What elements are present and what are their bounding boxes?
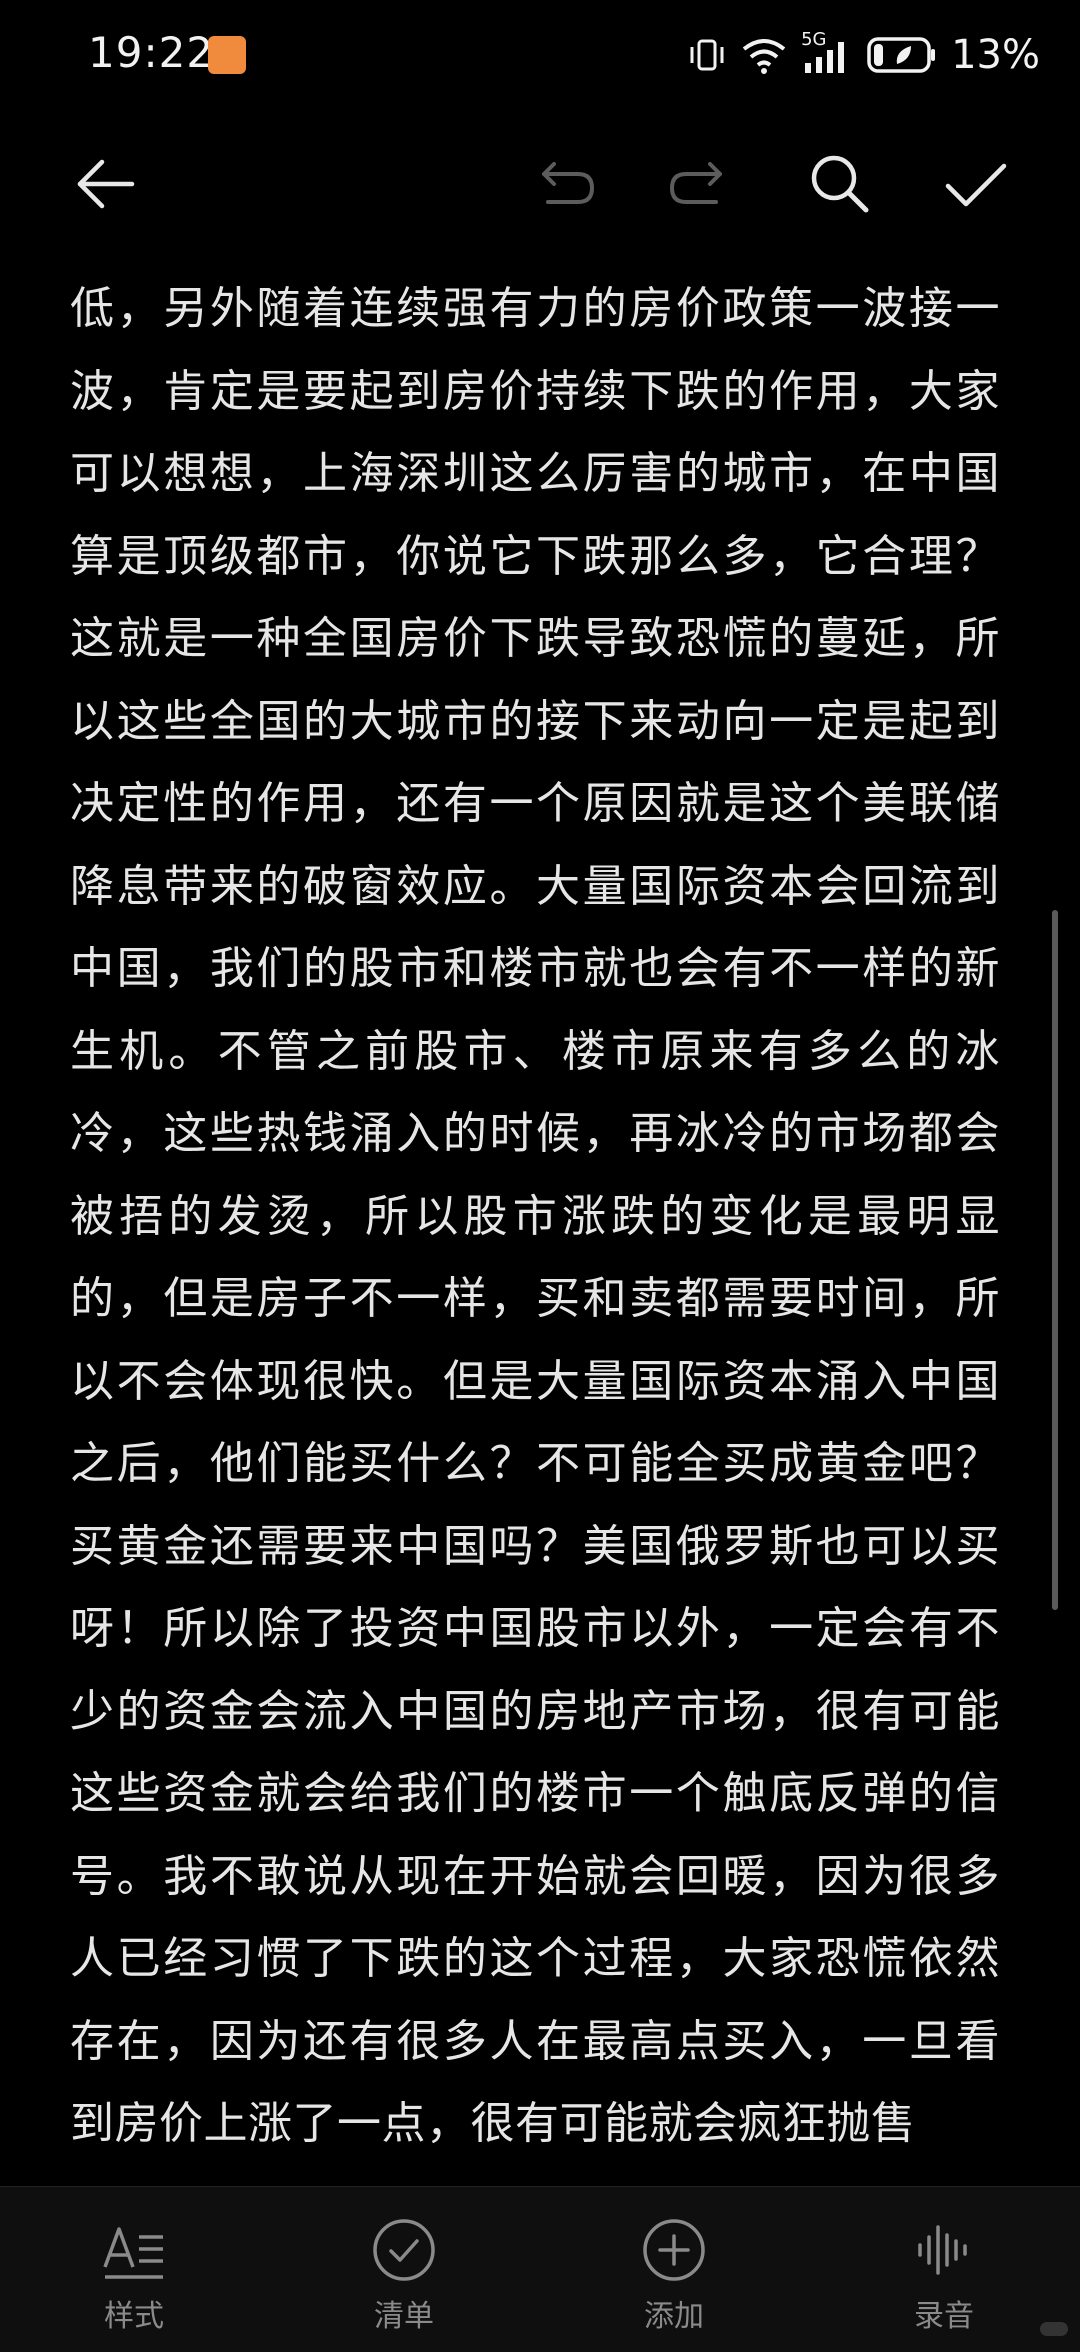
checklist-icon	[373, 2219, 435, 2281]
status-time: 19:22	[88, 28, 215, 77]
note-body-editor[interactable]: 低，另外随着连续强有力的房价政策一波接一波，肯定是要起到房价持续下跌的作用，大家…	[70, 268, 1000, 2188]
checklist-label: 清单	[374, 2299, 434, 2334]
style-button[interactable]: 样式	[34, 2187, 234, 2352]
wifi-icon	[742, 39, 786, 74]
add-label: 添加	[644, 2299, 704, 2334]
battery-icon	[867, 37, 936, 73]
bottom-action-bar: 样式 清单 添加 录音	[0, 2186, 1080, 2352]
cellular-signal: 5G	[801, 29, 853, 77]
text-style-icon	[103, 2227, 163, 2279]
confirm-button[interactable]	[936, 144, 1016, 224]
undo-button[interactable]	[526, 144, 606, 224]
redo-icon	[669, 162, 722, 204]
search-button[interactable]	[800, 144, 880, 224]
back-button[interactable]	[66, 144, 146, 224]
style-label: 样式	[104, 2299, 164, 2334]
check-icon	[945, 163, 1007, 207]
signal-icon	[805, 42, 845, 73]
record-label: 录音	[914, 2299, 974, 2334]
search-icon	[811, 155, 869, 213]
battery-percentage: 13%	[951, 32, 1040, 78]
status-bar: 19:22 5G 13%	[0, 0, 1080, 110]
gesture-indicator	[1040, 2322, 1068, 2336]
audio-wave-icon	[918, 2225, 967, 2275]
back-arrow-icon	[77, 159, 135, 209]
undo-icon	[542, 162, 595, 204]
scrollbar[interactable]	[1052, 910, 1058, 1610]
add-button[interactable]: 添加	[574, 2187, 774, 2352]
app-notification-icon	[208, 36, 246, 74]
checklist-button[interactable]: 清单	[304, 2187, 504, 2352]
status-indicators: 5G 13%	[687, 29, 1040, 80]
add-icon	[643, 2219, 705, 2281]
editor-toolbar	[0, 120, 1080, 240]
vibrate-icon	[690, 39, 724, 71]
record-button[interactable]: 录音	[844, 2187, 1044, 2352]
redo-button[interactable]	[658, 144, 738, 224]
